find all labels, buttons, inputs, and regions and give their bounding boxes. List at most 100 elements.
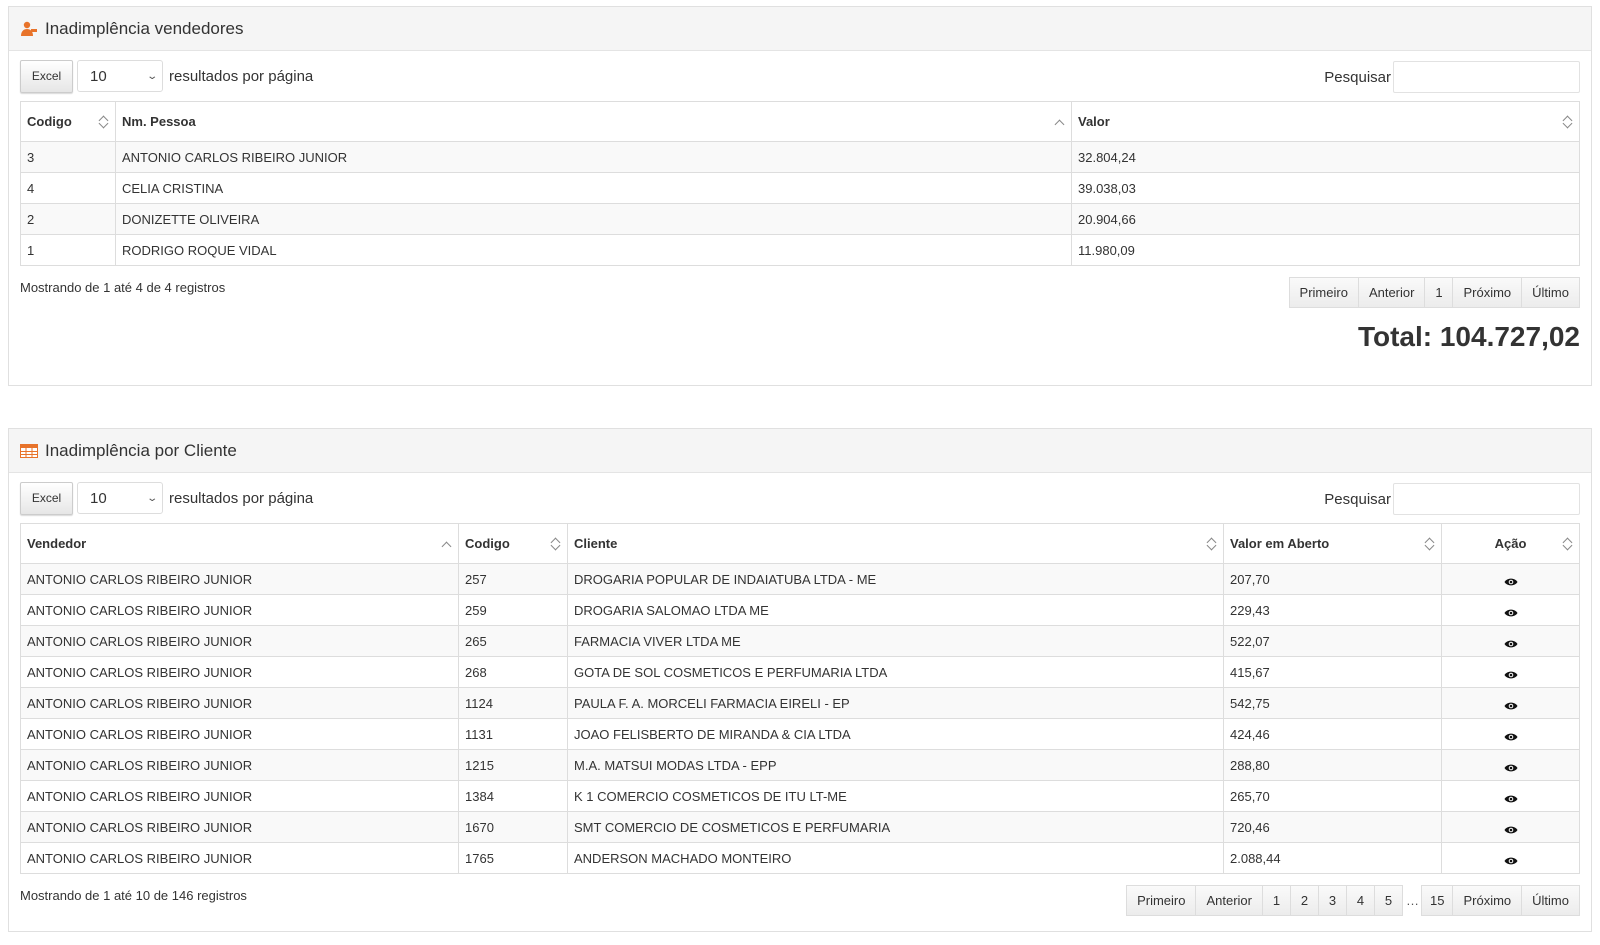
page-length-value: 10	[90, 489, 107, 507]
cell-codigo: 1670	[458, 811, 568, 843]
pager-page-button[interactable]: 1	[1262, 885, 1291, 916]
pager-ellipsis: …	[1406, 893, 1419, 908]
column-header-cliente[interactable]: Cliente	[567, 523, 1224, 564]
eye-icon[interactable]	[1504, 699, 1518, 710]
cell-nome: ANTONIO CARLOS RIBEIRO JUNIOR	[115, 141, 1072, 173]
table-row: ANTONIO CARLOS RIBEIRO JUNIOR 1765 ANDERSO…	[20, 842, 1580, 874]
cell-acao	[1441, 563, 1580, 595]
cell-vendedor: ANTONIO CARLOS RIBEIRO JUNIOR	[20, 563, 459, 595]
cell-acao	[1441, 718, 1580, 750]
eye-icon[interactable]	[1504, 854, 1518, 865]
excel-button[interactable]: Excel	[20, 59, 73, 93]
table-info: Mostrando de 1 até 4 de 4 registros	[20, 280, 226, 295]
pager-next-button[interactable]: Próximo	[1452, 277, 1523, 308]
cell-valor-em-aberto: 2.088,44	[1223, 842, 1442, 874]
pager-last-button[interactable]: Último	[1521, 885, 1580, 916]
cell-valor-em-aberto: 415,67	[1223, 656, 1442, 688]
cell-vendedor: ANTONIO CARLOS RIBEIRO JUNIOR	[20, 687, 459, 719]
cell-valor: 20.904,66	[1071, 203, 1580, 235]
table-row: ANTONIO CARLOS RIBEIRO JUNIOR 265 FARMACIA…	[20, 625, 1580, 657]
cell-acao	[1441, 687, 1580, 719]
vendedores-widget: Inadimplência vendedores Excel 10 ⌄ resu…	[8, 6, 1592, 386]
table-row: ANTONIO CARLOS RIBEIRO JUNIOR 257 DROGARIA…	[20, 563, 1580, 595]
column-header-valor-em-aberto[interactable]: Valor em Aberto	[1223, 523, 1442, 564]
pager-page-button[interactable]: 2	[1290, 885, 1319, 916]
cell-acao	[1441, 842, 1580, 874]
eye-icon[interactable]	[1504, 730, 1518, 741]
table-info: Mostrando de 1 até 10 de 146 registros	[20, 888, 247, 903]
pager-page-button[interactable]: 1	[1424, 277, 1454, 308]
page-length-select[interactable]: 10 ⌄	[77, 60, 163, 92]
cell-valor-em-aberto: 207,70	[1223, 563, 1442, 595]
eye-icon[interactable]	[1504, 575, 1518, 586]
cell-cliente: JOAO FELISBERTO DE MIRANDA & CIA LTDA	[567, 718, 1224, 750]
sort-ascending-icon	[442, 540, 452, 550]
search-label: Pesquisar	[1324, 68, 1391, 86]
sort-icon	[1563, 537, 1573, 551]
pager-first-button[interactable]: Primeiro	[1126, 885, 1197, 916]
table-row: ANTONIO CARLOS RIBEIRO JUNIOR 1215 M.A. MA…	[20, 749, 1580, 781]
cell-vendedor: ANTONIO CARLOS RIBEIRO JUNIOR	[20, 842, 459, 874]
pager-prev-button[interactable]: Anterior	[1357, 277, 1426, 308]
cell-codigo: 268	[458, 656, 568, 688]
search-label: Pesquisar	[1324, 490, 1391, 508]
cell-valor-em-aberto: 424,46	[1223, 718, 1442, 750]
cell-codigo: 1131	[458, 718, 568, 750]
eye-icon[interactable]	[1504, 606, 1518, 617]
column-header-acao[interactable]: Ação	[1441, 523, 1580, 564]
sort-icon	[1425, 537, 1435, 551]
cell-cliente: SMT COMERCIO DE COSMETICOS E PERFUMARIA	[567, 811, 1224, 843]
vendedores-table: Codigo Nm. Pessoa Valor 3 ANTONIO CARLOS…	[20, 101, 1580, 266]
pager-last-button[interactable]: Último	[1521, 277, 1580, 308]
cell-valor-em-aberto: 229,43	[1223, 594, 1442, 626]
column-header-nm-pessoa[interactable]: Nm. Pessoa	[115, 101, 1072, 142]
page-length-select[interactable]: 10 ⌄	[77, 482, 163, 514]
pager-next-button[interactable]: Próximo	[1452, 885, 1523, 916]
cell-acao	[1441, 811, 1580, 843]
pagination: Primeiro Anterior 1 Próximo Último	[1288, 277, 1580, 308]
column-header-vendedor[interactable]: Vendedor	[20, 523, 459, 564]
cell-vendedor: ANTONIO CARLOS RIBEIRO JUNIOR	[20, 625, 459, 657]
table-row: ANTONIO CARLOS RIBEIRO JUNIOR 1131 JOAO FE…	[20, 718, 1580, 750]
column-header-codigo[interactable]: Codigo	[458, 523, 568, 564]
cell-valor-em-aberto: 288,80	[1223, 749, 1442, 781]
search-input[interactable]	[1393, 61, 1580, 93]
column-header-valor[interactable]: Valor	[1071, 101, 1580, 142]
eye-icon[interactable]	[1504, 792, 1518, 803]
eye-icon[interactable]	[1504, 761, 1518, 772]
cell-vendedor: ANTONIO CARLOS RIBEIRO JUNIOR	[20, 718, 459, 750]
excel-button[interactable]: Excel	[20, 481, 73, 515]
eye-icon[interactable]	[1504, 668, 1518, 679]
vendedores-title: Inadimplência vendedores	[45, 18, 244, 38]
user-icon	[19, 19, 39, 39]
cell-valor-em-aberto: 542,75	[1223, 687, 1442, 719]
clientes-header: Inadimplência por Cliente	[9, 429, 1591, 473]
cell-valor-em-aberto: 265,70	[1223, 780, 1442, 812]
eye-icon[interactable]	[1504, 637, 1518, 648]
sort-icon	[1207, 537, 1217, 551]
pager-first-button[interactable]: Primeiro	[1288, 277, 1359, 308]
cell-cliente: GOTA DE SOL COSMETICOS E PERFUMARIA LTDA	[567, 656, 1224, 688]
pager-page-button[interactable]: 15	[1421, 885, 1454, 916]
sort-ascending-icon	[1055, 118, 1065, 128]
table-row: 2 DONIZETTE OLIVEIRA 20.904,66	[20, 203, 1580, 235]
cell-valor: 39.038,03	[1071, 172, 1580, 204]
pager-prev-button[interactable]: Anterior	[1195, 885, 1263, 916]
table-row: ANTONIO CARLOS RIBEIRO JUNIOR 268 GOTA DE …	[20, 656, 1580, 688]
table-row: ANTONIO CARLOS RIBEIRO JUNIOR 1384 K 1 COM…	[20, 780, 1580, 812]
pager-page-button[interactable]: 5	[1374, 885, 1403, 916]
cell-codigo: 3	[20, 141, 116, 173]
cell-acao	[1441, 656, 1580, 688]
cell-acao	[1441, 749, 1580, 781]
clientes-widget: Inadimplência por Cliente Excel 10 ⌄ res…	[8, 428, 1592, 932]
cell-cliente: PAULA F. A. MORCELI FARMACIA EIRELI - EP	[567, 687, 1224, 719]
pager-page-button[interactable]: 3	[1318, 885, 1347, 916]
cell-codigo: 265	[458, 625, 568, 657]
pager-page-button[interactable]: 4	[1346, 885, 1375, 916]
eye-icon[interactable]	[1504, 823, 1518, 834]
column-header-codigo[interactable]: Codigo	[20, 101, 116, 142]
cell-acao	[1441, 594, 1580, 626]
cell-codigo: 1384	[458, 780, 568, 812]
search-input[interactable]	[1393, 483, 1580, 515]
cell-acao	[1441, 625, 1580, 657]
